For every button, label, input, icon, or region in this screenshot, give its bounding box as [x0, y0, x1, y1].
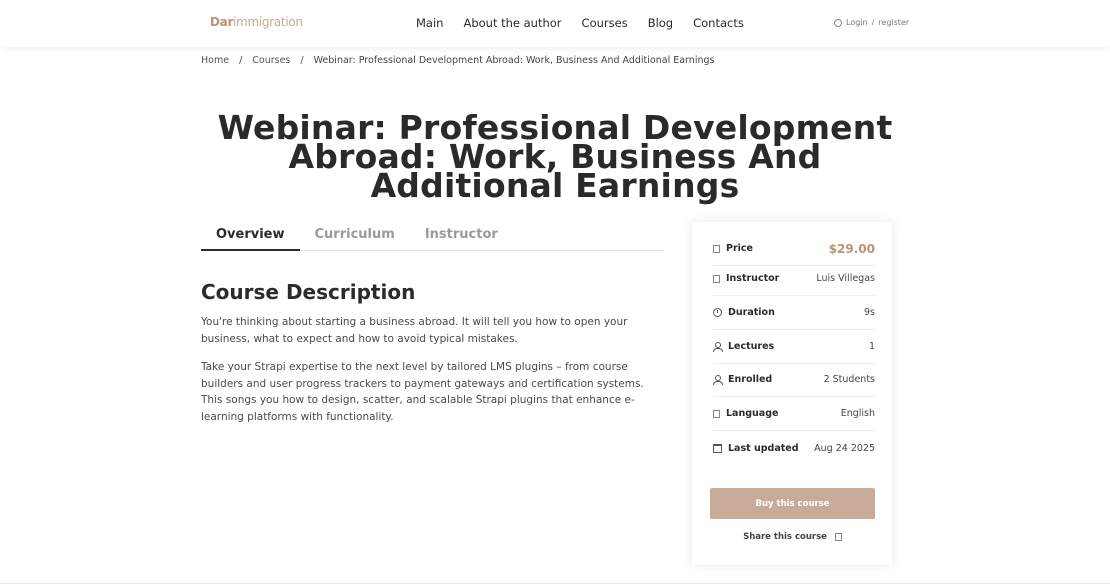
price-icon	[713, 244, 720, 253]
user-icon	[713, 342, 723, 352]
page-title: Webinar: Professional Development Abroad…	[217, 108, 893, 205]
auth-links: Login / register	[834, 18, 909, 27]
tab-instructor[interactable]: Instructor	[410, 227, 513, 251]
lectures-value: 1	[868, 341, 875, 352]
nav-contacts[interactable]: Contacts	[693, 16, 744, 30]
last-updated-value: Aug 24 2025	[814, 442, 875, 454]
enrolled-value: 2 Students	[823, 374, 875, 385]
main-nav: Main About the author Courses Blog Conta…	[416, 16, 764, 30]
breadcrumb: Home / Courses / Webinar: Professional D…	[201, 55, 714, 66]
clock-icon	[713, 308, 722, 317]
language-value: English	[840, 408, 875, 419]
instructor-label: Instructor	[726, 273, 780, 284]
instructor-row: Instructor Luis Villegas	[713, 262, 875, 296]
nav-courses[interactable]: Courses	[582, 16, 628, 30]
last-updated-label: Last updated	[728, 442, 799, 454]
site-logo[interactable]: Darimmigration	[210, 15, 303, 29]
user-icon	[713, 375, 723, 385]
breadcrumb-current: Webinar: Professional Development Abroad…	[313, 55, 715, 66]
nav-main[interactable]: Main	[416, 16, 443, 30]
tab-overview[interactable]: Overview	[201, 227, 300, 251]
login-link[interactable]: Login	[846, 18, 868, 27]
share-course-label: Share this course	[743, 532, 827, 542]
logo-text-mid: immigration	[233, 15, 303, 29]
site-header: Darimmigration Main About the author Cou…	[0, 0, 1110, 47]
price-label: Price	[726, 243, 753, 254]
duration-value: 9s	[864, 307, 875, 318]
auth-separator: /	[871, 18, 875, 27]
nav-blog[interactable]: Blog	[648, 16, 673, 30]
enrolled-label: Enrolled	[728, 374, 773, 385]
register-link[interactable]: register	[878, 18, 909, 27]
lectures-row: Lectures 1	[713, 330, 875, 364]
share-icon	[834, 533, 842, 541]
logo-text-left: Dar	[210, 15, 234, 29]
price-row: Price $29.00	[713, 232, 875, 266]
footer-divider	[0, 583, 1110, 584]
calendar-icon	[713, 443, 722, 453]
breadcrumb-separator: /	[239, 55, 243, 66]
nav-about-author[interactable]: About the author	[463, 16, 561, 30]
breadcrumb-courses[interactable]: Courses	[252, 55, 290, 66]
breadcrumb-separator: /	[300, 55, 304, 66]
tab-curriculum[interactable]: Curriculum	[300, 227, 410, 251]
duration-label: Duration	[728, 307, 775, 318]
last-updated-row: Last updated Aug 24 2025	[713, 431, 875, 465]
description-paragraph-1: You're thinking about starting a busines…	[201, 316, 628, 345]
lectures-label: Lectures	[728, 341, 775, 352]
instructor-icon	[713, 274, 720, 283]
user-icon	[834, 18, 842, 27]
language-row: Language English	[713, 397, 875, 431]
course-tabs: Overview Curriculum Instructor	[201, 227, 663, 251]
duration-row: Duration 9s	[713, 296, 875, 330]
language-icon	[713, 409, 720, 418]
breadcrumb-home[interactable]: Home	[201, 55, 229, 66]
buy-course-button[interactable]: Buy this course	[710, 488, 875, 519]
course-info-card: Price $29.00 Instructor Luis Villegas Du…	[692, 222, 892, 565]
description-paragraph-2: Take your Strapi expertise to the next l…	[201, 361, 644, 423]
price-value: $29.00	[828, 241, 875, 256]
share-course-button[interactable]: Share this course	[710, 532, 875, 542]
language-label: Language	[726, 408, 779, 419]
course-description-heading: Course Description	[201, 280, 416, 304]
enrolled-row: Enrolled 2 Students	[713, 363, 875, 397]
instructor-value[interactable]: Luis Villegas	[816, 273, 875, 284]
